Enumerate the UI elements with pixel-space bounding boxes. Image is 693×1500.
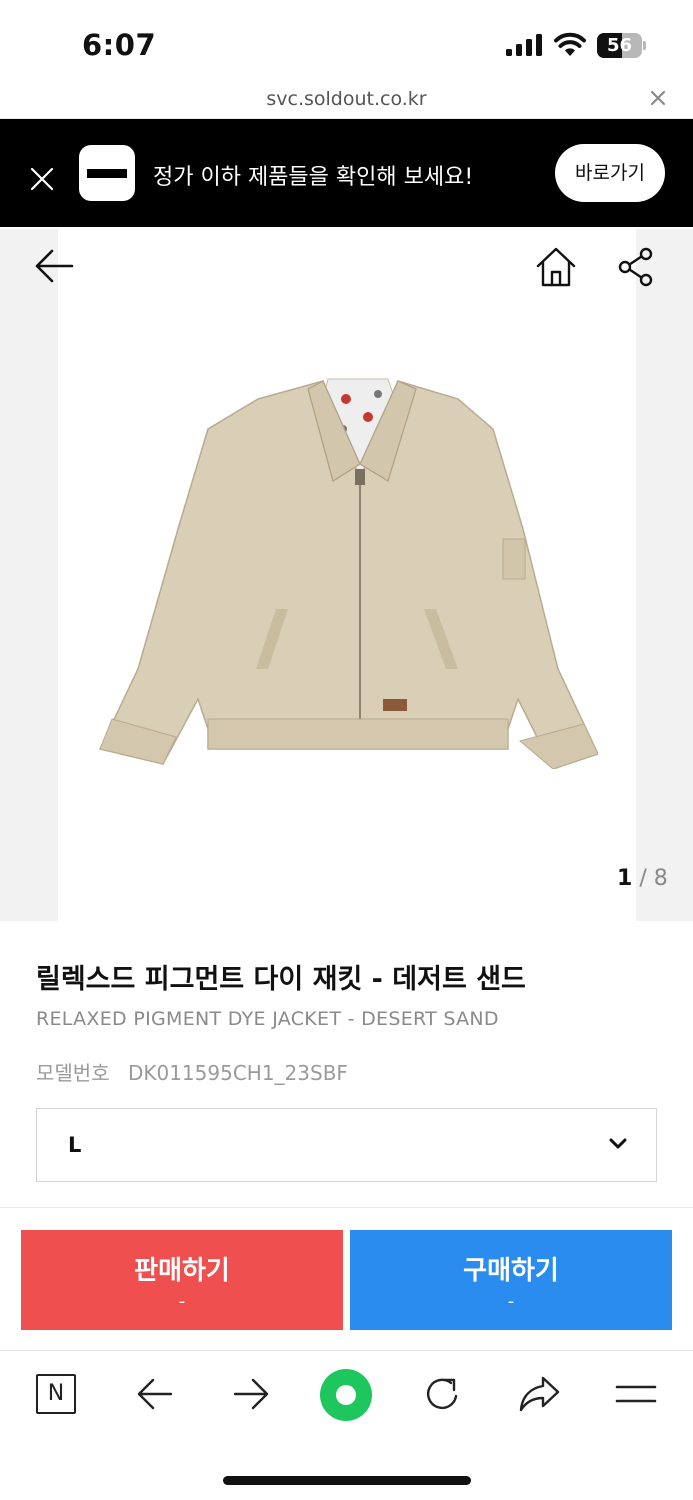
home-indicator bbox=[223, 1476, 471, 1485]
sell-button-label: 판매하기 bbox=[134, 1256, 230, 1286]
gallery-total: 8 bbox=[653, 866, 668, 891]
forward-icon[interactable] bbox=[229, 1372, 273, 1416]
product-name-ko: 릴렉스드 피그먼트 다이 재킷 - 데저트 샌드 bbox=[36, 964, 526, 995]
share-arrow-icon[interactable] bbox=[517, 1372, 561, 1416]
banner-message: 정가 이하 제품들을 확인해 보세요! bbox=[153, 165, 474, 190]
cellular-signal-icon bbox=[506, 34, 542, 56]
url-bar[interactable]: svc.soldout.co.kr bbox=[0, 86, 693, 119]
status-time: 6:07 bbox=[82, 28, 157, 62]
product-image-frame bbox=[58, 229, 636, 921]
model-label: 모델번호 bbox=[36, 1061, 110, 1085]
back-icon[interactable] bbox=[133, 1372, 177, 1416]
naver-n-icon[interactable]: N bbox=[36, 1374, 76, 1414]
wifi-icon bbox=[554, 32, 586, 56]
status-bar: 6:07 56 bbox=[0, 0, 693, 86]
back-arrow-icon[interactable] bbox=[34, 248, 74, 284]
green-dot-icon[interactable] bbox=[320, 1369, 372, 1421]
refresh-icon[interactable] bbox=[420, 1372, 464, 1416]
battery-level: 56 bbox=[606, 35, 633, 56]
url-text[interactable]: svc.soldout.co.kr bbox=[0, 88, 693, 110]
model-number: DK011595CH1_23SBF bbox=[127, 1061, 348, 1085]
product-name-en: RELAXED PIGMENT DYE JACKET - DESERT SAND bbox=[36, 1008, 499, 1030]
buy-button-price: - bbox=[507, 1291, 515, 1312]
product-gallery[interactable] bbox=[0, 229, 693, 921]
battery-icon: 56 bbox=[597, 33, 647, 58]
sell-button-price: - bbox=[178, 1291, 186, 1312]
gallery-current: 1 bbox=[617, 866, 633, 891]
gallery-counter: 1 / 8 bbox=[617, 866, 668, 891]
chevron-down-icon bbox=[609, 1138, 627, 1149]
banner-cta-button[interactable]: 바로가기 bbox=[555, 144, 665, 202]
jacket-image bbox=[98, 378, 598, 769]
home-icon[interactable] bbox=[534, 246, 578, 288]
size-selected-value: L bbox=[68, 1133, 82, 1157]
promo-banner: 정가 이하 제품들을 확인해 보세요! 바로가기 bbox=[0, 119, 693, 227]
banner-close-icon[interactable] bbox=[30, 167, 54, 191]
buy-button[interactable]: 구매하기 - bbox=[350, 1230, 672, 1330]
share-icon[interactable] bbox=[616, 247, 656, 287]
close-icon[interactable] bbox=[648, 88, 668, 108]
sell-button[interactable]: 판매하기 - bbox=[21, 1230, 343, 1330]
model-number-row: 모델번호 DK011595CH1_23SBF bbox=[36, 1057, 348, 1086]
buy-button-label: 구매하기 bbox=[463, 1256, 559, 1286]
size-select[interactable]: L bbox=[36, 1108, 657, 1182]
gallery-separator: / bbox=[639, 866, 647, 891]
menu-icon[interactable] bbox=[614, 1372, 658, 1416]
divider bbox=[0, 1350, 693, 1351]
app-logo-icon bbox=[79, 145, 135, 201]
divider bbox=[0, 1207, 693, 1208]
